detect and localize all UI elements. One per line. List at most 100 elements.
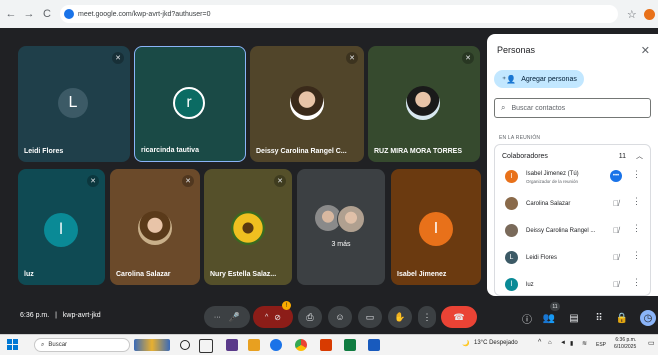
url-text: meet.google.com/kwp-avrt-jkd?authuser=0 [78,10,211,18]
participant-tile[interactable]: ✕ RUZ MIRA MORA TORRES [368,46,480,162]
meeting-code: kwp-avrt-jkd [62,312,101,319]
reload-icon[interactable]: C [40,7,54,21]
more-count-label: 3 más [331,241,351,248]
star-icon[interactable]: ☆ [625,7,639,21]
muted-mic-icon[interactable]: 🎙̸ [610,278,622,290]
profile-avatar[interactable] [644,8,656,20]
list-item[interactable]: I Isabel Jimenez (Tú) Organizador de la … [495,165,650,189]
excel-icon[interactable] [344,339,356,351]
avatar: l [505,278,518,291]
kebab-menu-icon[interactable]: ⋮ [632,250,641,261]
notifications-icon[interactable]: ▭ [648,339,655,347]
raise-hand-button[interactable]: ✋ [388,306,412,328]
participant-tile[interactable]: ✕ l luz [18,169,105,285]
list-item[interactable]: Carolina Salazar 🎙̸ ⋮ [495,192,650,216]
participant-name: ricarcinda tautiva [141,147,199,154]
back-icon[interactable]: ← [4,7,18,21]
chevron-up-icon[interactable]: ︿ [636,151,643,161]
file-explorer-icon[interactable] [248,339,260,351]
avatar: l [44,213,78,247]
host-controls-icon[interactable]: 🔒 [614,310,630,326]
person-name: Leidi Flores [526,255,558,261]
list-item[interactable]: l luz 🎙̸ ⋮ [495,273,650,295]
list-item[interactable]: Deissy Carolina Rangel ... 🎙̸ ⋮ [495,219,650,243]
chevron-up-icon[interactable]: ^ [538,339,541,346]
camera-button[interactable]: ^ ⊘ ! [253,301,293,328]
kebab-menu-icon[interactable]: ⋮ [632,169,641,180]
edge-icon[interactable] [270,339,282,351]
close-icon[interactable]: ✕ [641,44,650,57]
group-header[interactable]: Colaboradores 11 ︿ [495,145,650,167]
participant-tile[interactable]: ✕ Deissy Carolina Rangel C... [250,46,364,162]
search-highlight-icon[interactable] [134,339,170,351]
add-people-button[interactable]: ⁺👤 Agregar personas [494,70,584,88]
chat-icon[interactable]: ▤ [566,310,582,326]
muted-mic-icon: ✕ [182,175,194,187]
list-item[interactable]: L Leidi Flores 🎙̸ ⋮ [495,246,650,270]
audio-options-icon[interactable]: ··· [214,314,221,321]
meeting-info: 6:36 p.m. | kwp-avrt-jkd [20,312,101,319]
address-bar[interactable]: meet.google.com/kwp-avrt-jkd?authuser=0 [60,5,618,23]
hand-icon: ✋ [394,311,406,322]
participant-tile[interactable]: I Isabel Jimenez [391,169,481,285]
more-options-bubble-icon[interactable]: ••• [610,170,622,182]
clock[interactable]: 6:36 p.m. 6/10/2025 [614,337,636,351]
participant-tile[interactable]: ✕ L Leidi Flores [18,46,130,162]
info-icon[interactable]: ⓘ [519,310,535,326]
word-icon[interactable] [368,339,380,351]
participant-tile-active[interactable]: r ricarcinda tautiva [134,46,246,162]
participant-tile[interactable]: ✕ Carolina Salazar [110,169,200,285]
participant-name: luz [24,271,34,278]
taskbar-search[interactable]: ⌕ Buscar [34,338,130,352]
site-info-icon[interactable] [64,9,74,19]
task-view-icon[interactable] [199,339,213,353]
chevron-up-icon[interactable]: ^ [265,314,268,321]
muted-mic-icon[interactable]: 🎙̸ [610,251,622,263]
emoji-button[interactable]: ☺ [328,306,352,328]
group-count: 11 [618,152,626,160]
avatar-photo [138,211,172,245]
volume-icon[interactable]: ◄ [560,340,566,346]
present-button[interactable]: ⎙ [298,306,322,328]
weather-text: 13°C Despejado [474,340,518,346]
activities-icon[interactable]: ⠿ [591,310,607,326]
search-icon: ⌕ [41,341,45,348]
companion-icon[interactable]: ◷ [640,310,656,326]
avatar: L [58,88,88,118]
weather-icon[interactable]: 🌙 [462,340,469,347]
chrome-icon[interactable] [295,339,307,351]
captions-button[interactable]: ▭ [358,306,382,328]
os-taskbar: ⌕ Buscar 🌙 13°C Despejado ^ ⌂ ◄ ▮ ≋ ESP … [0,334,658,355]
kebab-menu-icon[interactable]: ⋮ [632,277,641,288]
kebab-menu-icon[interactable]: ⋮ [632,196,641,207]
more-participants-tile[interactable]: 3 más [297,169,385,285]
battery-icon[interactable]: ▮ [570,340,573,347]
leave-call-button[interactable]: ☎ [441,306,477,328]
wifi-icon[interactable]: ≋ [582,340,587,347]
widgets-icon[interactable] [226,339,238,351]
participant-tile[interactable]: ✕ Nury Estella Salaz... [204,169,292,285]
warning-badge: ! [282,301,291,310]
participant-name: Leidi Flores [24,148,64,155]
person-name: Deissy Carolina Rangel ... [526,228,596,234]
more-options-button[interactable]: ⋮ [418,306,436,328]
powerpoint-icon[interactable] [320,339,332,351]
section-label: EN LA REUNIÓN [499,135,541,141]
search-icon: ⌕ [501,103,506,112]
cortana-icon[interactable] [180,340,190,350]
person-name: Isabel Jimenez (Tú) [526,171,579,177]
forward-icon[interactable]: → [22,7,36,21]
people-icon[interactable]: 👥 11 [541,302,560,326]
muted-mic-icon[interactable]: 🎙̸ [610,197,622,209]
muted-mic-icon[interactable]: 🎙̸ [610,224,622,236]
windows-start-icon[interactable] [7,339,18,350]
mic-button[interactable]: ··· 🎤 [204,306,250,328]
network-icon[interactable]: ⌂ [548,340,552,346]
muted-mic-icon: ✕ [112,52,124,64]
person-name: luz [526,282,534,288]
avatar-photo [290,86,324,120]
meeting-controls: 6:36 p.m. | kwp-avrt-jkd ··· 🎤 ^ ⊘ ! ⎙ ☺… [0,298,658,334]
kebab-menu-icon[interactable]: ⋮ [632,223,641,234]
search-contacts-input[interactable]: ⌕ Buscar contactos [494,98,651,118]
language-indicator[interactable]: ESP [596,342,606,348]
